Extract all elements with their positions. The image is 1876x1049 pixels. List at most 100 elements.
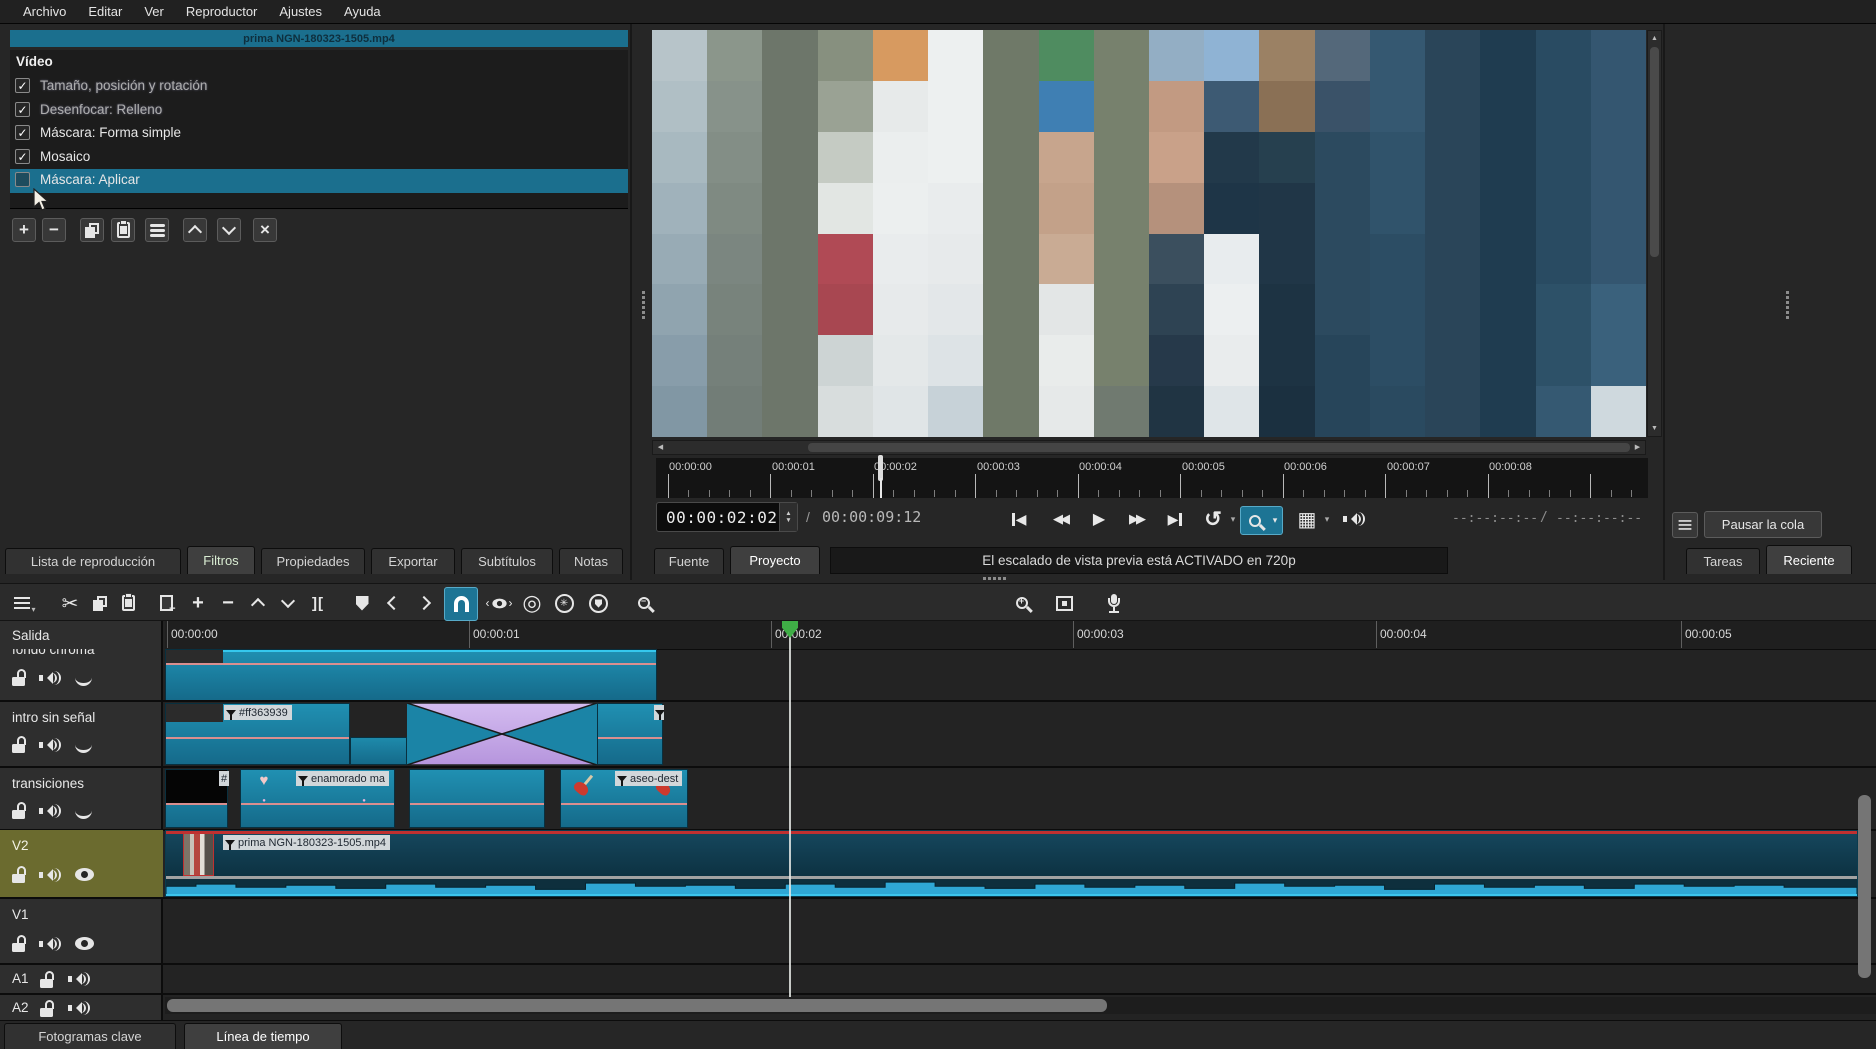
track-header-v1[interactable]: V1 <box>0 899 163 963</box>
lift-button[interactable] <box>244 589 272 617</box>
speaker-icon[interactable] <box>39 803 61 819</box>
zoom-fit-button[interactable] <box>1050 589 1078 617</box>
menu-archivo[interactable]: Archivo <box>12 4 77 19</box>
tab-fotogramas-clave[interactable]: Fotogramas clave <box>4 1023 176 1049</box>
scroll-left-icon[interactable]: ◀ <box>654 441 667 454</box>
splitter-handle[interactable] <box>642 289 645 321</box>
zoom-out-button[interactable]: − <box>630 589 658 617</box>
tab-lista-de-reproduccion[interactable]: Lista de reproducción <box>5 548 181 574</box>
clip-after-transition[interactable] <box>597 703 663 765</box>
fast-forward-button[interactable]: ▶▶ <box>1118 505 1154 533</box>
timeline-vscroll-handle[interactable] <box>1858 795 1871 978</box>
panel-splitter-right[interactable] <box>1663 24 1665 580</box>
clip-aseo[interactable]: aseo-dest <box>560 769 688 828</box>
timeline-hscrollbar[interactable] <box>165 997 1876 1014</box>
clip-color-ff363939[interactable]: #ff363939 <box>165 703 350 765</box>
speaker-icon[interactable] <box>68 1000 90 1016</box>
move-filter-up-button[interactable] <box>183 218 207 242</box>
track-header-a1[interactable]: A1 <box>0 965 163 993</box>
menu-reproductor[interactable]: Reproductor <box>175 4 269 19</box>
filter-checkbox[interactable]: ✓ <box>15 149 30 164</box>
ripple-delete-button[interactable]: − <box>214 589 242 617</box>
spin-up-icon[interactable]: ▲ <box>785 510 791 517</box>
timeline-ruler[interactable]: 00:00:00 00:00:01 00:00:02 00:00:03 00:0… <box>165 621 1876 650</box>
time-spinner[interactable]: ▲ ▼ <box>779 503 797 531</box>
speaker-icon[interactable] <box>39 670 61 686</box>
timeline-hscroll-handle[interactable] <box>167 999 1107 1012</box>
eye-closed-icon[interactable] <box>75 807 92 819</box>
ripple-markers-button[interactable] <box>584 589 612 617</box>
track-header-fondo-chroma[interactable]: fondo chroma <box>0 649 163 699</box>
vscroll-handle[interactable] <box>1650 47 1659 257</box>
tab-filtros[interactable]: Filtros <box>187 546 255 574</box>
filter-row-mask-apply[interactable]: Máscara: Aplicar <box>10 169 628 193</box>
lock-icon[interactable] <box>12 744 25 753</box>
add-filter-button[interactable]: + <box>12 218 36 242</box>
play-button[interactable]: ▶ <box>1084 505 1114 533</box>
speaker-icon[interactable] <box>39 867 61 883</box>
current-time-spinbox[interactable]: 00:00:02:02 ▲ ▼ <box>656 502 798 532</box>
tab-reciente[interactable]: Reciente <box>1766 545 1852 574</box>
clip-enamorado[interactable]: ♥● ♥● enamorado ma <box>240 769 395 828</box>
eye-open-icon[interactable] <box>75 937 94 950</box>
video-preview[interactable] <box>652 30 1646 437</box>
menu-ver[interactable]: Ver <box>133 4 175 19</box>
copy-button[interactable] <box>86 589 114 617</box>
track-header-a2[interactable]: A2 <box>0 995 163 1020</box>
lock-icon[interactable] <box>12 677 25 686</box>
tab-linea-de-tiempo[interactable]: Línea de tiempo <box>184 1023 342 1049</box>
ripple-button[interactable]: ◎ <box>518 589 546 617</box>
scroll-down-icon[interactable]: ▼ <box>1648 422 1661 435</box>
hscroll-handle[interactable] <box>808 443 1630 452</box>
clip-prima-v2[interactable]: prima NGN-180323-1505.mp4 <box>165 830 1858 897</box>
ripple-all-tracks-button[interactable]: ✳ <box>550 589 578 617</box>
filter-checkbox[interactable] <box>15 172 30 187</box>
track-header-intro-sin-senal[interactable]: intro sin señal <box>0 702 163 766</box>
tab-subtitulos[interactable]: Subtítulos <box>461 548 553 574</box>
grid-button[interactable]: ▦ <box>1292 505 1322 533</box>
filter-checkbox[interactable]: ✓ <box>15 78 30 93</box>
timeline-menu-button[interactable]: ▾ <box>8 589 42 617</box>
speaker-icon[interactable] <box>39 737 61 753</box>
lock-icon[interactable] <box>12 810 25 819</box>
lock-icon[interactable] <box>12 874 25 883</box>
zoom-mode-button[interactable] <box>1240 506 1269 535</box>
overwrite-button[interactable] <box>152 589 180 617</box>
filter-set-button[interactable] <box>145 218 169 242</box>
next-marker-button[interactable] <box>410 589 438 617</box>
filter-checkbox[interactable]: ✓ <box>15 125 30 140</box>
zoom-in-button[interactable]: + <box>1008 589 1036 617</box>
record-audio-button[interactable] <box>1100 589 1128 617</box>
track-header-v2[interactable]: V2 <box>0 830 163 897</box>
menu-ajustes[interactable]: Ajustes <box>268 4 333 19</box>
speaker-icon[interactable] <box>68 971 90 987</box>
paste-button[interactable] <box>114 589 142 617</box>
jobs-menu-button[interactable] <box>1672 512 1698 538</box>
marker-button[interactable] <box>348 589 376 617</box>
remove-filter-button[interactable]: − <box>42 218 66 242</box>
transition-clip[interactable] <box>407 703 597 765</box>
zoom-mode-caret[interactable]: ▾ <box>1268 506 1283 535</box>
paste-filters-button[interactable] <box>111 218 135 242</box>
filter-row-mask-simple[interactable]: ✓ Máscara: Forma simple <box>10 122 628 145</box>
split-button[interactable]: ][ <box>304 589 332 617</box>
eye-open-icon[interactable] <box>75 868 94 881</box>
filter-row-blur-pad[interactable]: ✓ Desenfocar: Relleno <box>10 99 628 122</box>
preview-vscrollbar[interactable]: ▲ ▼ <box>1647 30 1662 437</box>
deselect-filter-button[interactable]: × <box>253 218 277 242</box>
lock-icon[interactable] <box>40 979 53 988</box>
bottom-splitter-handle[interactable] <box>983 577 1006 580</box>
preview-hscrollbar[interactable]: ◀ ▶ <box>652 440 1646 455</box>
tab-propiedades[interactable]: Propiedades <box>261 548 365 574</box>
speaker-icon[interactable] <box>39 936 61 952</box>
cut-button[interactable]: ✂ <box>56 589 84 617</box>
snap-toggle-button[interactable] <box>444 587 478 621</box>
scroll-up-icon[interactable]: ▲ <box>1648 32 1661 45</box>
lock-icon[interactable] <box>40 1008 53 1017</box>
lock-icon[interactable] <box>12 943 25 952</box>
filter-row-mosaic[interactable]: ✓ Mosaico <box>10 146 628 169</box>
loop-menu-caret[interactable]: ▾ <box>1228 505 1238 533</box>
skip-previous-button[interactable]: ◀ <box>1002 505 1036 533</box>
tab-tareas[interactable]: Tareas <box>1686 548 1760 574</box>
tab-fuente[interactable]: Fuente <box>654 548 724 574</box>
